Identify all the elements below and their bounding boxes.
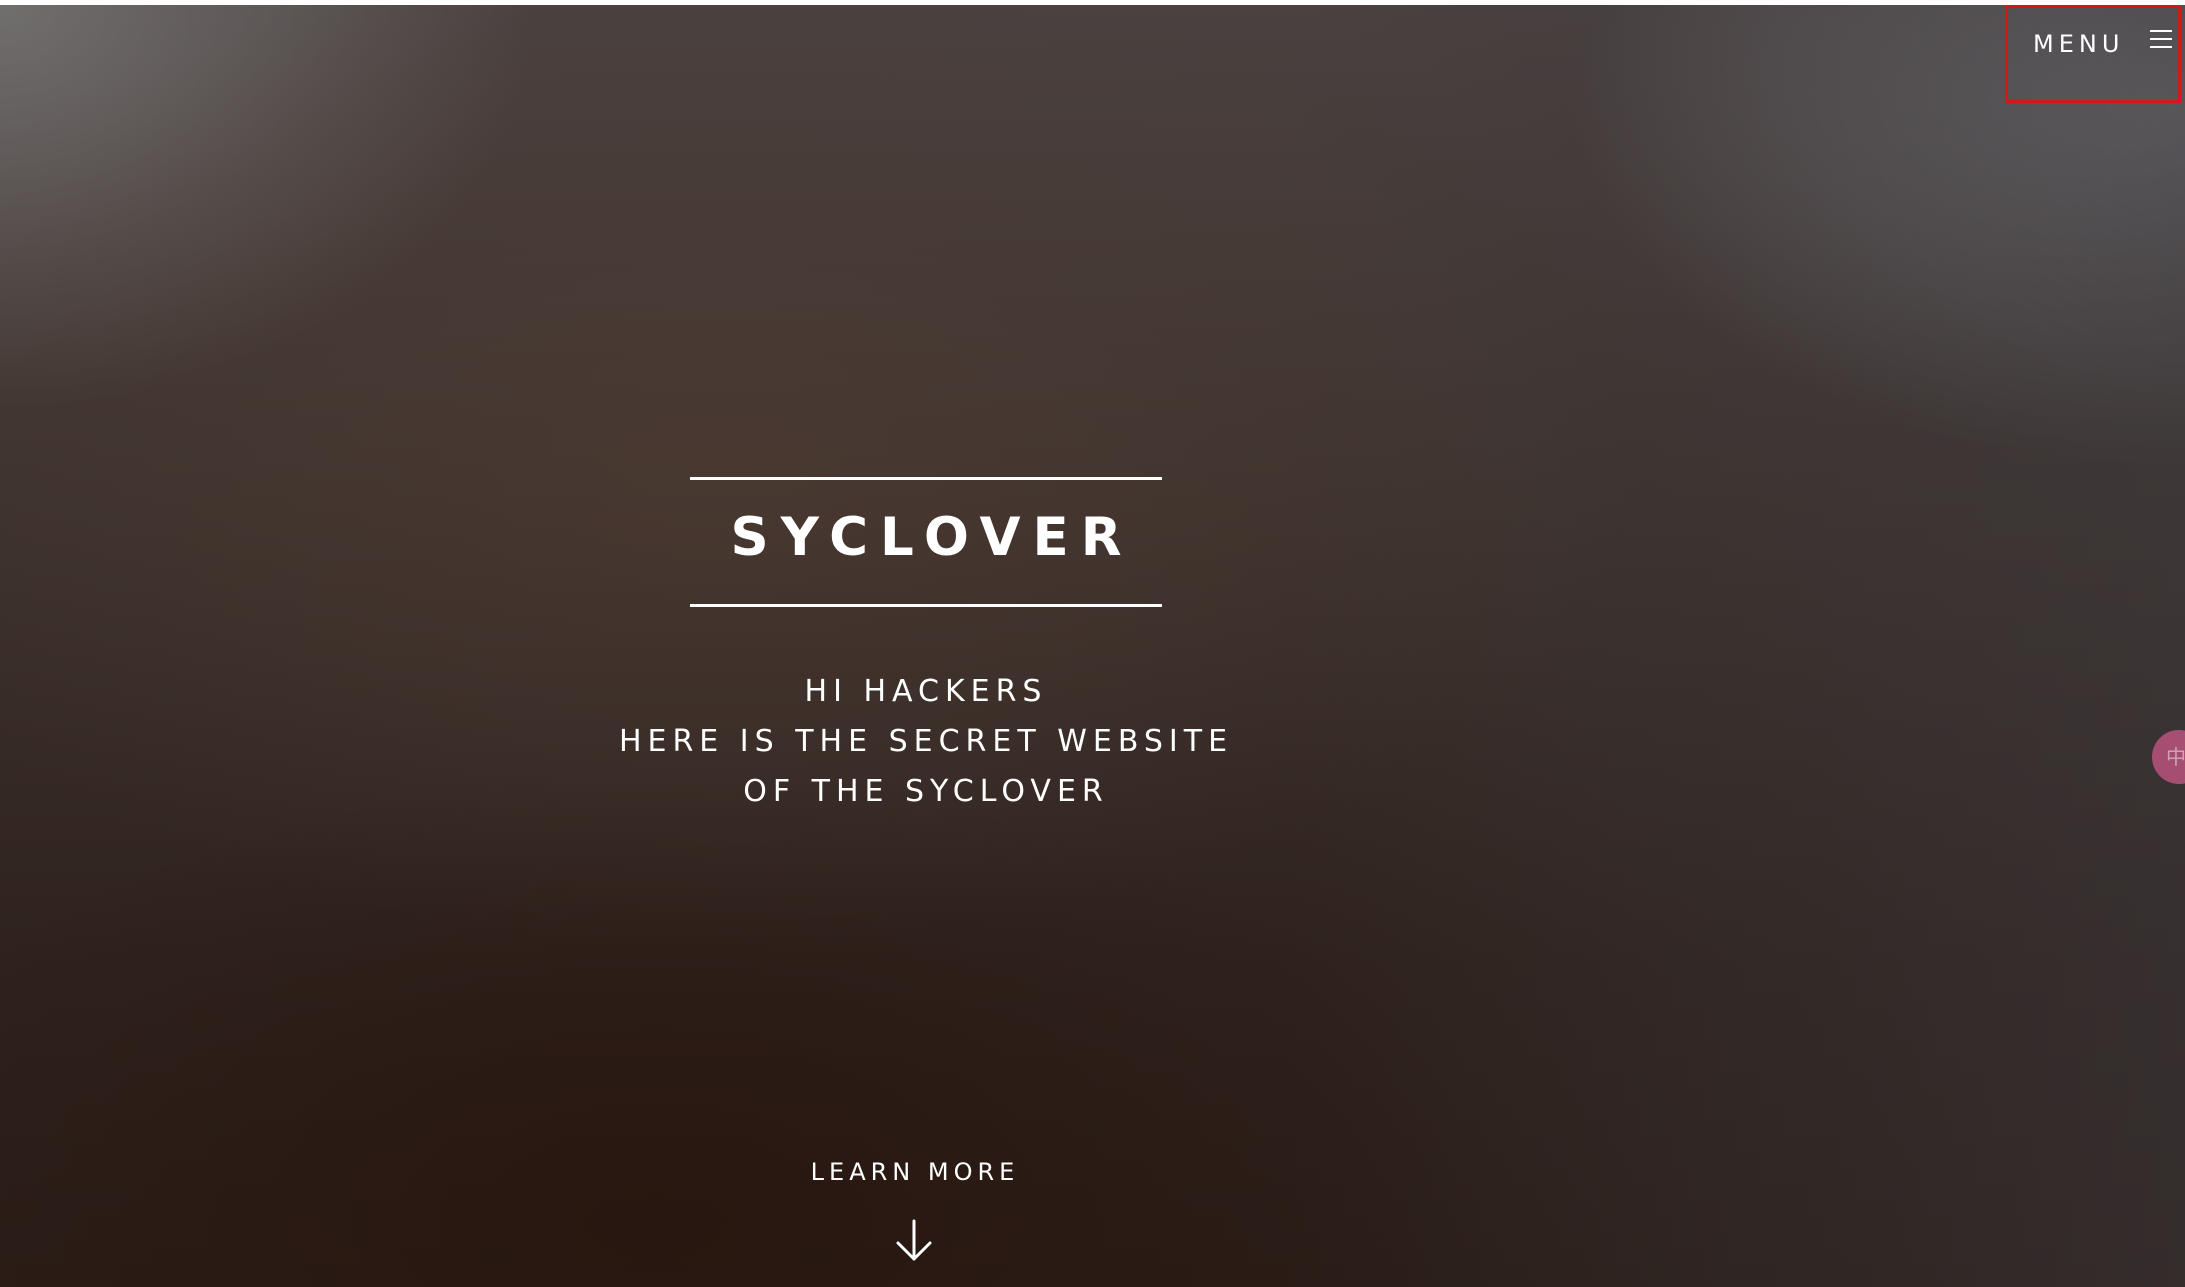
brand-title: SYCLOVER (730, 507, 1134, 568)
hamburger-icon[interactable] (2150, 30, 2172, 50)
tagline-line: OF THE SYCLOVER (743, 774, 1109, 809)
tagline-line: HERE IS THE SECRET WEBSITE (618, 724, 1234, 759)
learn-more-link[interactable]: LEARN MORE (715, 1158, 1115, 1186)
tagline-line: HI HACKERS (804, 674, 1048, 709)
brand-top-rule (690, 477, 1162, 480)
language-bubble-icon[interactable]: 中 (2152, 730, 2185, 784)
hero-background: MENU SYCLOVER HI HACKERS HERE IS THE SEC… (0, 5, 2185, 1287)
brand-block: SYCLOVER (690, 477, 1162, 607)
menu-button[interactable]: MENU (2005, 5, 2181, 103)
brand-bottom-rule (690, 604, 1162, 607)
menu-label: MENU (2033, 30, 2125, 58)
tagline: HI HACKERS HERE IS THE SECRET WEBSITE OF… (540, 667, 1312, 817)
down-arrow-icon[interactable] (894, 1219, 934, 1263)
